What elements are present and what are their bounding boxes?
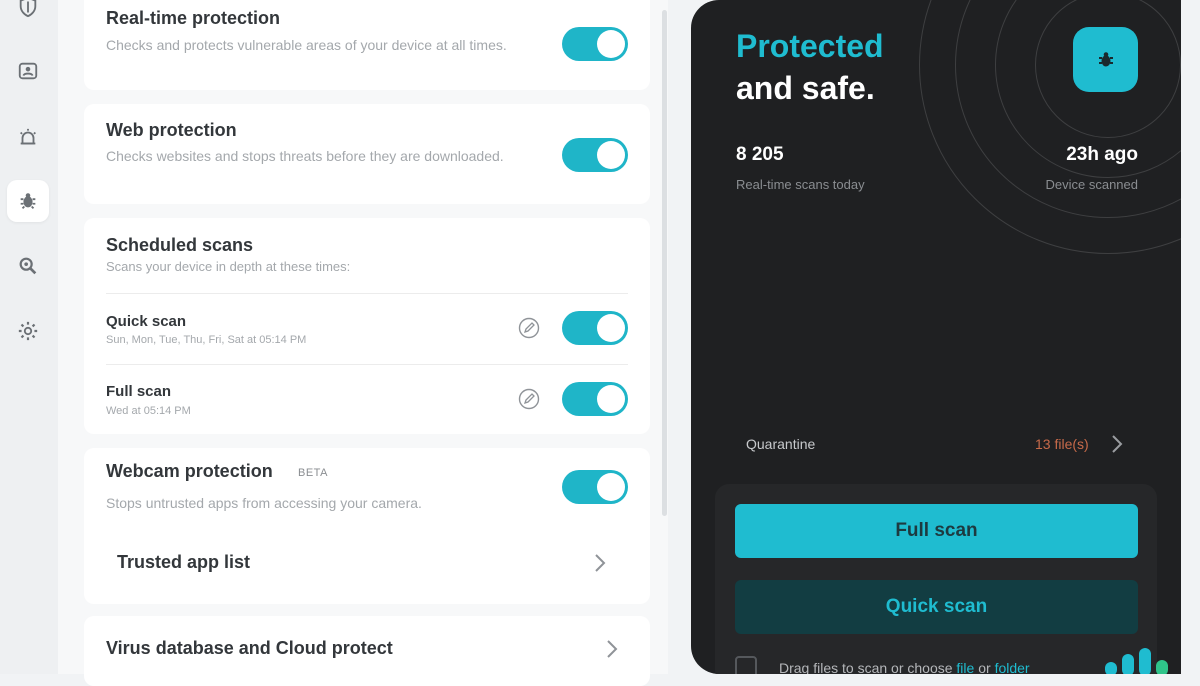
divider [106, 364, 628, 365]
trusted-app-list-link[interactable]: Trusted app list [117, 552, 250, 573]
activity-bars-icon [1105, 648, 1168, 674]
scheduled-scans-desc: Scans your device in depth at these time… [106, 259, 351, 274]
full-scan-title: Full scan [106, 383, 172, 400]
sidebar-item-scan[interactable] [7, 245, 49, 287]
realtime-protection-desc: Checks and protects vulnerable areas of … [106, 37, 507, 53]
id-card-icon [18, 62, 38, 80]
full-scan-schedule: Wed at 05:14 PM [106, 405, 191, 417]
full-scan-button[interactable]: Full scan [735, 504, 1138, 558]
webcam-protection-toggle[interactable] [562, 470, 628, 504]
divider [106, 293, 628, 294]
quarantine-label[interactable]: Quarantine [746, 436, 815, 452]
drag-drop-hint: Drag files to scan or choose file or fol… [779, 660, 1030, 674]
protection-status-button[interactable] [1073, 27, 1138, 92]
sidebar-item-identity[interactable] [7, 50, 49, 92]
web-protection-desc: Checks websites and stops threats before… [106, 148, 504, 164]
quick-scan-title: Quick scan [106, 313, 187, 330]
bug-icon [1098, 51, 1113, 66]
gear-icon [18, 321, 38, 341]
web-protection-title: Web protection [106, 120, 237, 140]
web-protection-card: Web protection Checks websites and stops… [84, 104, 650, 204]
scheduled-scans-card: Scheduled scans Scans your device in dep… [84, 218, 650, 434]
edit-icon [518, 388, 540, 410]
bug-icon [20, 193, 36, 209]
virus-database-title: Virus database and Cloud protect [106, 638, 393, 658]
quick-scan-toggle[interactable] [562, 311, 628, 345]
status-panel: Protected and safe. 8 205 Real-time scan… [691, 0, 1181, 674]
scheduled-scans-title: Scheduled scans [106, 235, 254, 255]
alarm-icon [20, 128, 36, 145]
scans-today-value: 8 205 [736, 144, 784, 165]
webcam-protection-title: Webcam protection [106, 461, 273, 481]
status-title: and safe. [736, 70, 875, 106]
full-scan-toggle[interactable] [562, 382, 628, 416]
sidebar-item-shield[interactable] [7, 0, 49, 28]
chevron-right-icon[interactable] [604, 638, 620, 660]
sidebar-item-settings[interactable] [7, 310, 49, 352]
quick-scan-schedule: Sun, Mon, Tue, Thu, Fri, Sat at 05:14 PM [106, 334, 307, 346]
realtime-protection-title: Real-time protection [106, 8, 281, 28]
drag-hint-text: Drag files to scan or choose [779, 660, 953, 674]
full-scan-edit-button[interactable] [518, 388, 540, 410]
chevron-right-icon[interactable] [592, 552, 608, 574]
edit-icon [518, 317, 540, 339]
sidebar [0, 0, 58, 674]
quarantine-count[interactable]: 13 file(s) [1035, 436, 1089, 452]
web-protection-toggle[interactable] [562, 138, 628, 172]
beta-badge: BETA [298, 467, 328, 479]
realtime-protection-card: Real-time protection Checks and protects… [84, 0, 650, 90]
drag-checkbox[interactable] [735, 656, 757, 674]
choose-folder-link[interactable]: folder [995, 660, 1030, 674]
magnify-icon [19, 257, 37, 275]
shield-icon [19, 0, 37, 18]
sidebar-item-protection[interactable] [7, 180, 49, 222]
chevron-right-icon[interactable] [1109, 433, 1125, 455]
realtime-protection-toggle[interactable] [562, 27, 628, 61]
sidebar-item-alerts[interactable] [7, 117, 49, 159]
quick-scan-button[interactable]: Quick scan [735, 580, 1138, 634]
scans-today-label: Real-time scans today [736, 177, 865, 192]
virus-database-card[interactable]: Virus database and Cloud protect [84, 616, 650, 686]
scrollbar[interactable] [662, 10, 667, 516]
last-scan-value: 23h ago [1066, 144, 1138, 165]
drag-hint-or: or [978, 660, 991, 674]
quick-scan-edit-button[interactable] [518, 317, 540, 339]
status-title-accent: Protected [736, 28, 884, 64]
last-scan-label: Device scanned [1045, 177, 1139, 192]
webcam-protection-desc: Stops untrusted apps from accessing your… [106, 495, 422, 511]
choose-file-link[interactable]: file [956, 660, 974, 674]
webcam-protection-card: Webcam protection BETA Stops untrusted a… [84, 448, 650, 604]
